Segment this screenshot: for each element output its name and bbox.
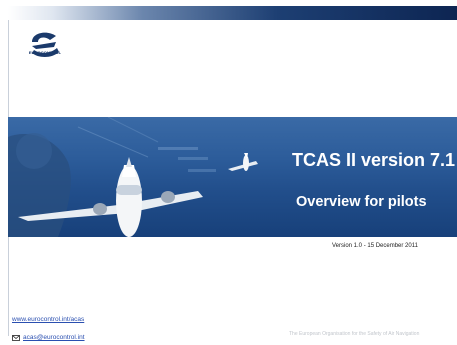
- footer-organisation: The European Organisation for the Safety…: [289, 331, 420, 337]
- logo-wordmark: EUROCONTROL: [28, 50, 62, 55]
- banner-subtitle: Overview for pilots: [296, 194, 427, 210]
- banner-artwork: [8, 117, 258, 237]
- slide: EUROCONTROL TCAS II version 7.1 Overview…: [0, 0, 457, 345]
- eurocontrol-logo-icon: [32, 32, 59, 57]
- website-link[interactable]: www.eurocontrol.int/acas: [12, 316, 84, 323]
- title-banner: TCAS II version 7.1 Overview for pilots: [8, 117, 457, 237]
- envelope-icon: [12, 334, 20, 341]
- email-link[interactable]: acas@eurocontrol.int: [23, 334, 85, 341]
- banner-title: TCAS II version 7.1: [292, 150, 456, 170]
- email-row: acas@eurocontrol.int: [12, 334, 85, 341]
- aircraft-small-icon: [228, 153, 258, 171]
- version-date: Version 1.0 - 15 December 2011: [332, 243, 418, 249]
- top-header-bar: [8, 6, 457, 20]
